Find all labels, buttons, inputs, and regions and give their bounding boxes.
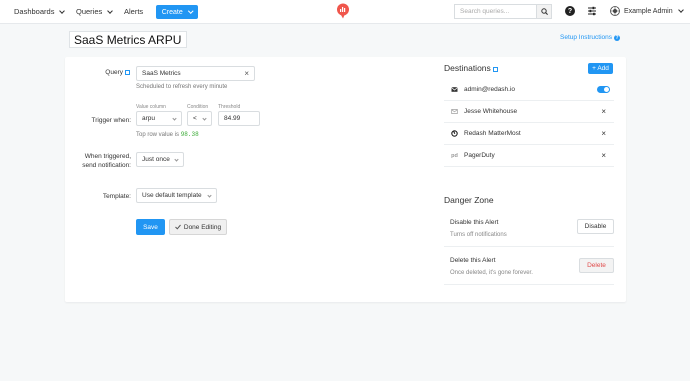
template-select[interactable]: Use default template [136,188,217,203]
destinations-title-text: Destinations [444,63,491,73]
disable-alert-row: Disable this Alert Turns off notificatio… [444,211,614,247]
user-name: Example Admin [624,7,673,15]
destination-name: Jesse Whitehouse [464,108,518,115]
mattermost-icon [451,130,458,137]
value-column-caption: Value column [136,104,166,110]
top-row-value: 98.38 [180,131,199,138]
envelope-outline-icon [451,109,458,114]
envelope-icon [451,87,458,92]
chevron-down-icon [677,7,684,13]
remove-icon[interactable]: × [601,129,606,138]
redash-logo-icon[interactable] [336,3,350,19]
top-row-hint: Top row value is 98.38 [136,131,199,138]
threshold-input[interactable]: 84.99 [218,111,260,126]
destination-row: Jesse Whitehouse × [444,101,614,123]
value-column-select[interactable]: arpu [136,111,182,126]
chevron-down-icon [172,115,177,121]
external-link-icon[interactable] [125,69,130,75]
trigger-label: Trigger when: [91,117,132,124]
help-icon[interactable]: ? [565,6,575,16]
value-column-value: arpu [142,115,156,122]
destination-name: Redash MatterMost [464,130,521,137]
clear-icon[interactable]: × [244,69,249,78]
destination-row: Redash MatterMost × [444,123,614,145]
nav-queries[interactable]: Queries [76,7,114,16]
done-editing-button[interactable]: Done Editing [169,219,227,235]
query-select-value: SaaS Metrics [142,70,181,77]
delete-alert-subtitle: Once deleted, it's gone forever. [450,270,533,276]
settings-sliders-icon[interactable] [587,6,597,16]
user-menu[interactable]: Example Admin [610,6,684,16]
nav-alerts[interactable]: Alerts [124,7,143,16]
delete-button[interactable]: Delete [579,258,614,273]
notify-select[interactable]: Just once [136,152,184,167]
search-button[interactable] [536,4,552,19]
save-button[interactable]: Save [136,219,165,235]
external-link-icon[interactable] [492,66,498,72]
create-button-label: Create [161,8,183,16]
chevron-down-icon [174,156,179,162]
notify-label-line2: send notification: [82,162,131,169]
create-button[interactable]: Create [156,5,198,19]
query-hint: Scheduled to refresh every minute [136,84,228,90]
template-value: Use default template [142,192,202,199]
search-input[interactable]: Search queries... [454,4,536,19]
chevron-down-icon [59,7,66,14]
condition-select[interactable]: < [187,111,212,126]
add-destination-button[interactable]: + Add [588,63,613,74]
check-icon [175,224,181,230]
destinations-title: Destinations [444,63,498,73]
destination-toggle[interactable] [597,86,610,93]
pagerduty-icon: pd [451,152,458,159]
question-icon: ? [614,34,621,41]
notify-value: Just once [142,156,170,163]
search-icon [540,8,548,15]
nav-alerts-label: Alerts [124,7,144,16]
chevron-down-icon [188,8,193,14]
alert-title-input[interactable]: SaaS Metrics ARPU [69,31,187,48]
disable-button[interactable]: Disable [577,219,614,234]
destination-name: PagerDuty [464,152,495,159]
chevron-down-icon [107,7,114,14]
delete-alert-title: Delete this Alert [450,257,496,264]
remove-icon[interactable]: × [601,151,606,160]
condition-caption: Condition [187,104,209,110]
destination-row: pd PagerDuty × [444,145,614,167]
top-row-prefix: Top row value is [136,132,180,138]
threshold-caption: Threshold [218,104,241,110]
notify-label-line1: When triggered, [84,153,131,160]
nav-queries-label: Queries [76,7,103,16]
remove-icon[interactable]: × [601,107,606,116]
setup-instructions-label: Setup Instructions [560,34,613,41]
done-editing-label: Done Editing [183,223,222,231]
chevron-down-icon [207,192,212,198]
setup-instructions-link[interactable]: Setup Instructions ? [560,34,621,41]
disable-alert-subtitle: Turns off notifications [450,232,507,238]
danger-zone-title: Danger Zone [444,195,494,205]
destination-row: admin@redash.io [444,79,614,101]
template-label: Template: [102,193,131,200]
nav-dashboards[interactable]: Dashboards [14,7,66,16]
notify-label: When triggered, send notification: [70,152,131,170]
top-navbar: Dashboards Queries Alerts Create Search … [0,0,690,24]
condition-value: < [193,115,197,122]
destination-name: admin@redash.io [464,86,516,93]
user-avatar-icon [610,6,620,16]
query-label: Query [96,69,130,76]
delete-alert-row: Delete this Alert Once deleted, it's gon… [444,247,614,285]
nav-dashboards-label: Dashboards [14,7,55,16]
query-select[interactable]: SaaS Metrics × [136,66,255,81]
chevron-down-icon [202,115,207,121]
query-label-text: Query [105,69,123,76]
disable-alert-title: Disable this Alert [450,219,499,226]
